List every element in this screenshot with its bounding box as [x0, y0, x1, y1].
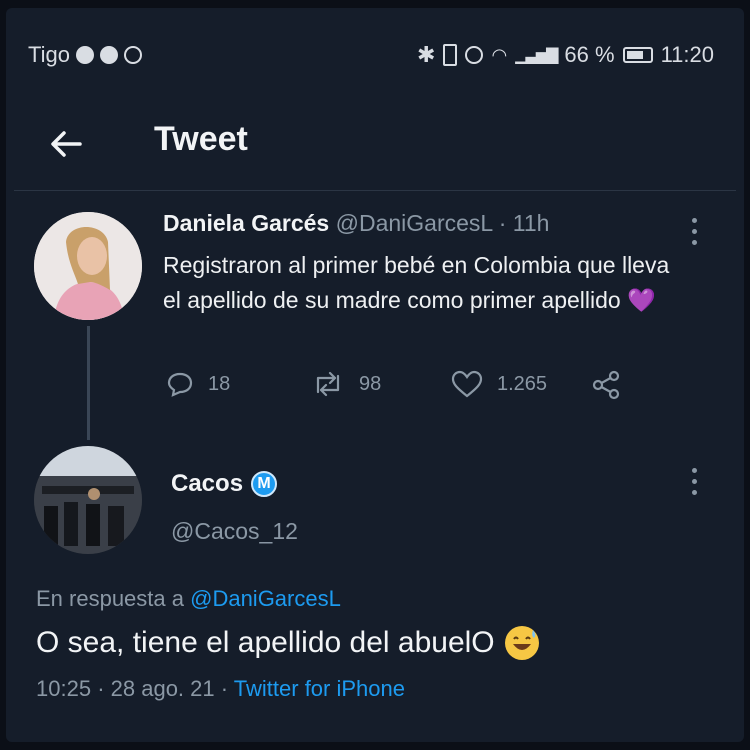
vibrate-icon [443, 44, 458, 66]
header-divider [14, 190, 736, 191]
battery-percent: 66 % [564, 42, 615, 67]
more-vertical-icon [690, 218, 698, 245]
avatar-image [34, 446, 142, 554]
replying-to: En respuesta a @DaniGarcesL [36, 586, 341, 612]
like-count: 1.265 [497, 372, 548, 395]
tweet-clock-time: 10:25 [36, 676, 92, 701]
separator-dot: · [498, 210, 507, 236]
author-name[interactable]: Daniela Garcés [163, 210, 329, 236]
retweet-icon [316, 371, 340, 397]
reply-button[interactable]: 18 [166, 370, 230, 398]
separator-dot: · [220, 676, 229, 701]
alarm-icon [465, 46, 484, 64]
reply-author-handle[interactable]: @Cacos_12 [171, 518, 298, 545]
purple-heart-emoji: 💜 [627, 287, 656, 313]
more-vertical-icon [690, 468, 698, 495]
reply-icon [167, 372, 193, 397]
carrier-name: Tigo [28, 42, 70, 67]
badge-icon: M [251, 471, 278, 497]
thread-connector [87, 326, 90, 440]
separator-dot: · [97, 676, 105, 701]
tweet-text: Registraron al primer bebé en Colombia q… [163, 248, 683, 318]
battery-icon [622, 47, 653, 63]
tweet-header: Daniela Garcés @DaniGarcesL · 11h [163, 210, 549, 237]
tweet-meta: 10:25 · 28 ago. 21 · Twitter for iPhone [36, 676, 405, 702]
more-options-button[interactable] [690, 218, 698, 248]
sweat-smile-emoji [504, 626, 539, 660]
page-title: Tweet [154, 120, 248, 158]
carrier-group: Tigo [28, 42, 142, 68]
author-handle[interactable]: @DaniGarcesL [336, 210, 493, 236]
replying-to-link[interactable]: @DaniGarcesL [190, 586, 341, 611]
bluetooth-icon: ✱ [417, 42, 436, 67]
tweet-screen: Tigo ✱ ◠ ▁▃▅▇ 66 % 11:20 Tweet Daniela G… [6, 8, 744, 742]
arrow-left-icon [51, 131, 82, 157]
reply-text: O sea, tiene el apellido del abuelO [36, 626, 539, 660]
retweet-button[interactable]: 98 [311, 370, 381, 398]
retweet-count: 98 [359, 372, 382, 395]
avatar-cacos[interactable] [34, 446, 142, 554]
replying-to-label: En respuesta a [36, 586, 184, 611]
wifi-icon: ◠ [491, 44, 508, 65]
status-bar: Tigo ✱ ◠ ▁▃▅▇ 66 % 11:20 [6, 8, 744, 78]
heart-icon [451, 370, 483, 398]
clock: 11:20 [660, 42, 714, 67]
more-options-button[interactable] [690, 468, 698, 498]
avatar-daniela[interactable] [34, 212, 142, 320]
tweet-body: Registraron al primer bebé en Colombia q… [163, 252, 670, 313]
tweet-source-link[interactable]: Twitter for iPhone [234, 676, 405, 701]
whatsapp-icon [123, 46, 142, 64]
back-button[interactable] [46, 124, 86, 164]
spotify-icon [75, 46, 94, 64]
phone-call-icon [99, 46, 118, 64]
reply-author-name[interactable]: Cacos [171, 470, 243, 498]
like-button[interactable]: 1.265 [451, 370, 547, 398]
tweet-actions: 18 98 1.265 [166, 370, 646, 404]
avatar-image [34, 212, 142, 320]
reply-body: O sea, tiene el apellido del abuelO [36, 626, 495, 659]
tweet-date: 28 ago. 21 [110, 676, 215, 701]
top-header: Tweet [6, 108, 744, 188]
reply-author-row: Cacos M [171, 470, 278, 498]
signal-icon: ▁▃▅▇ [515, 47, 558, 64]
share-icon [592, 370, 620, 400]
tweet-time: 11h [512, 210, 550, 236]
share-button[interactable] [591, 370, 621, 400]
status-right-group: ✱ ◠ ▁▃▅▇ 66 % 11:20 [417, 42, 714, 68]
reply-count: 18 [208, 372, 231, 395]
